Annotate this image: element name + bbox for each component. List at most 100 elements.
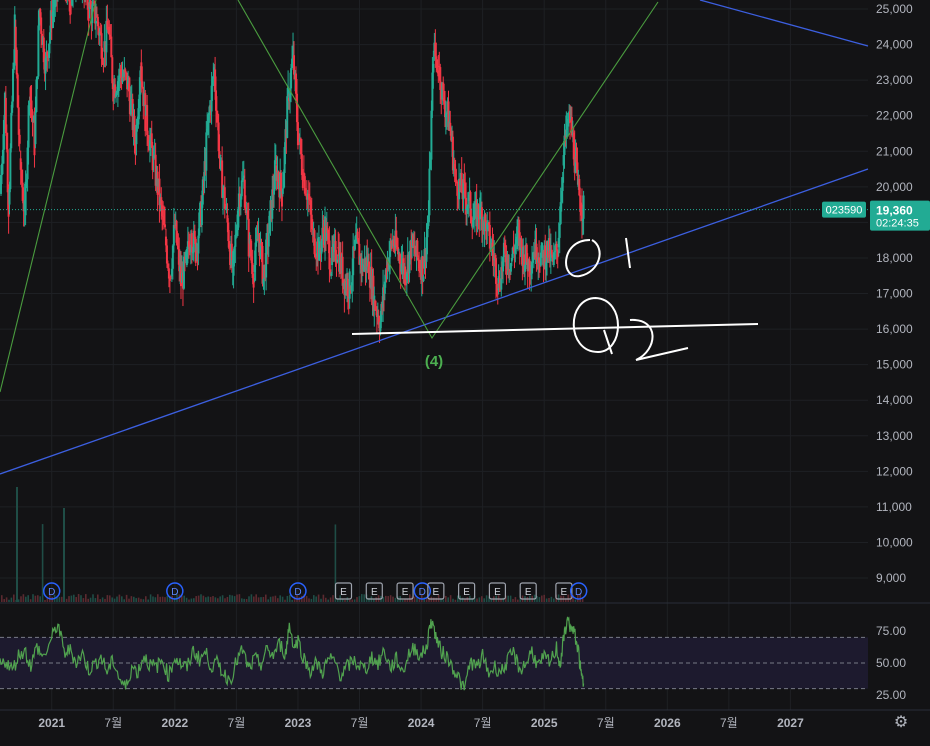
volume-bar: [58, 597, 61, 602]
volume-bar: [358, 596, 361, 602]
volume-bar: [389, 595, 392, 602]
event-marker-label: E: [371, 587, 378, 598]
volume-bar: [349, 599, 351, 602]
volume-bar: [5, 597, 8, 602]
volume-bar: [118, 594, 121, 602]
volume-bar: [123, 599, 125, 602]
volume-bar: [433, 597, 435, 602]
volume-bar: [541, 595, 543, 602]
volume-bar: [361, 594, 363, 602]
volume-bar: [89, 597, 92, 602]
candle-body: [432, 63, 435, 73]
handwritten-circle-2: [572, 297, 619, 355]
volume-bar: [478, 597, 481, 602]
volume-bar: [152, 596, 154, 602]
volume-bar: [20, 596, 22, 602]
volume-bar: [277, 598, 279, 602]
volume-bar: [190, 598, 193, 602]
volume-bar: [320, 598, 322, 602]
volume-bar: [313, 595, 315, 602]
price-tick-label: 25,000: [876, 2, 913, 16]
volume-bar: [157, 594, 159, 602]
chart-svg[interactable]: (4) DDDEEEDEEEEED 25,00024,00023,00022,0…: [0, 0, 930, 741]
time-tick-label: 2025: [531, 716, 558, 730]
rsi-pane: [0, 616, 868, 691]
volume-bar: [121, 596, 123, 602]
gear-icon[interactable]: ⚙: [891, 713, 911, 733]
volume-bar: [553, 598, 555, 602]
volume-bar: [85, 594, 87, 602]
volume-bar: [387, 596, 389, 602]
price-tick-label: 24,000: [876, 38, 913, 52]
time-tick-label: 2024: [408, 716, 435, 730]
volume-bar: [284, 599, 286, 602]
candle-body: [428, 168, 431, 216]
volume-bar: [507, 595, 509, 602]
volume-bar: [10, 597, 13, 602]
volume-bar: [392, 596, 394, 602]
volume-bar: [490, 599, 493, 602]
volume-bar: [483, 598, 485, 602]
volume-bar: [557, 594, 560, 602]
last-price-label: 19,360: [876, 204, 913, 218]
price-tick-label: 16,000: [876, 322, 913, 336]
event-marker-label: E: [463, 587, 470, 598]
chart-stage[interactable]: (4) DDDEEEDEEEEED 25,000 24,000 23,000 22,0…: [0, 0, 930, 741]
volume-bar: [183, 595, 185, 602]
volume-bar: [344, 599, 346, 602]
volume-bar: [34, 595, 37, 602]
volume-bar: [22, 594, 25, 602]
volume-bar: [27, 595, 29, 602]
volume-bar: [327, 599, 329, 602]
volume-bar: [113, 598, 116, 602]
volume-bar: [202, 595, 205, 602]
volume-bar: [538, 597, 541, 602]
volume-bar: [8, 599, 10, 602]
price-tick-label: 23,000: [876, 73, 913, 87]
countdown-label: 02:24:35: [876, 218, 919, 230]
volume-bar: [135, 598, 137, 602]
price-tick-label: 10,000: [876, 535, 913, 549]
candle-body: [15, 49, 18, 75]
volume-bar: [109, 595, 111, 602]
volume-bar: [188, 599, 190, 602]
volume-bar: [452, 598, 454, 602]
candle-body: [273, 160, 276, 190]
volume-bar: [308, 598, 310, 602]
volume-bar: [353, 599, 356, 602]
volume-bar: [248, 596, 250, 602]
event-markers[interactable]: DDDEEEDEEEEED: [42, 582, 588, 600]
volume-bar: [130, 596, 133, 602]
volume-bar: [209, 596, 212, 602]
volume-bar: [166, 595, 169, 602]
volume-bar: [485, 595, 488, 602]
volume-bar: [99, 599, 101, 602]
candle-body: [197, 235, 200, 254]
volume-bar: [401, 599, 404, 602]
volume-bar: [140, 598, 142, 602]
volume-bar: [260, 597, 262, 602]
volume-bar: [356, 597, 358, 602]
time-tick-label: 7월: [720, 716, 738, 730]
time-tick-label: 7월: [228, 716, 246, 730]
volume-bar: [291, 599, 293, 602]
downtrend-line: [699, 0, 869, 47]
candle-body: [37, 25, 40, 77]
volume-bar: [97, 594, 99, 602]
candle-body: [281, 188, 284, 194]
candle-body: [346, 278, 349, 297]
price-tick-label: 21,000: [876, 144, 913, 158]
volume-bar: [224, 598, 226, 602]
volume-bar: [125, 594, 128, 602]
volume-bar: [243, 598, 245, 602]
volume-bar: [286, 595, 289, 602]
volume-bar: [164, 597, 166, 602]
volume-bar: [310, 598, 313, 602]
time-tick-label: 2022: [161, 716, 188, 730]
volume-bar: [250, 594, 253, 602]
candle-body: [267, 232, 270, 247]
candle-body: [558, 223, 561, 238]
volume-bar: [133, 596, 135, 602]
volume-bar: [445, 595, 447, 602]
price-tick-label: 13,000: [876, 429, 913, 443]
